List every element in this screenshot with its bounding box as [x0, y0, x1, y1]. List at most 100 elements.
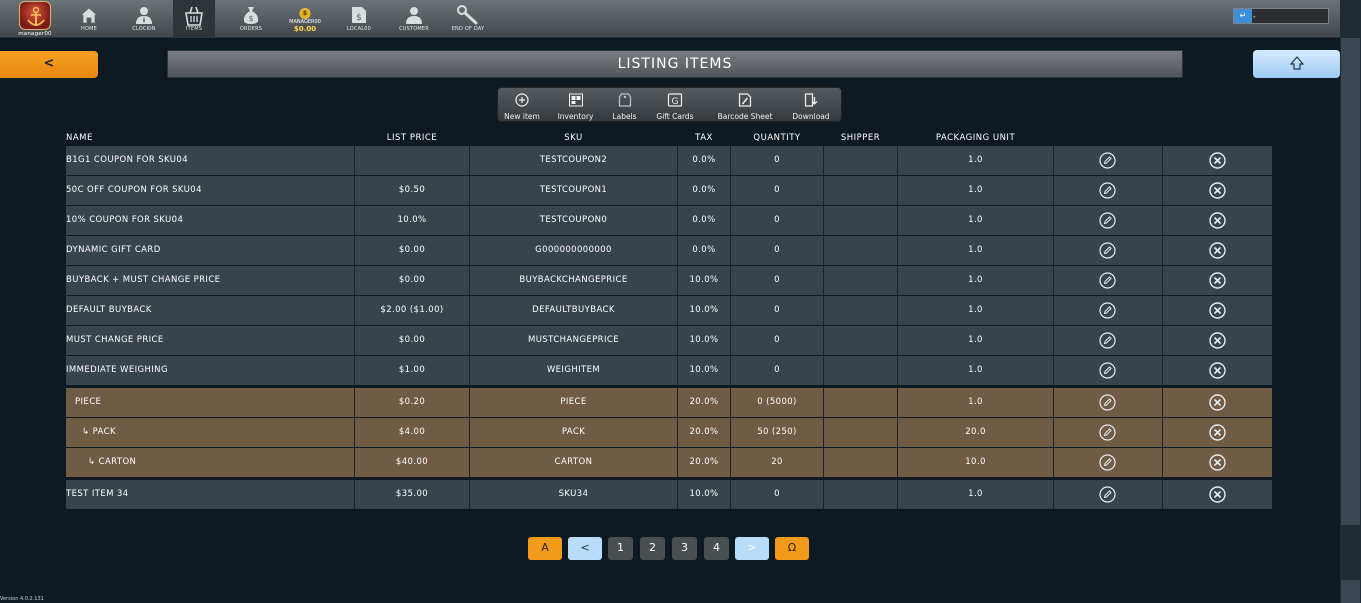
column-divider: [677, 388, 678, 417]
table-row[interactable]: DEFAULT BUYBACK $2.00 ($1.00) DEFAULTBUYBA…: [66, 296, 1272, 325]
delete-icon[interactable]: [1209, 486, 1226, 503]
cell-qty: 0: [774, 185, 780, 195]
page-1-button[interactable]: 1: [608, 537, 633, 560]
column-divider: [823, 266, 824, 295]
column-header-shipper[interactable]: SHIPPER: [824, 133, 897, 143]
search-input[interactable]: [1253, 10, 1327, 22]
nav-local-label: LOCAL00: [346, 26, 371, 32]
nav-customer-label: CUSTOMER: [399, 26, 429, 32]
upload-button[interactable]: [1253, 50, 1340, 78]
nav-home[interactable]: HOME: [76, 0, 102, 38]
edit-icon[interactable]: [1099, 182, 1116, 199]
table-row[interactable]: BUYBACK + MUST CHANGE PRICE $0.00 BUYBACKC…: [66, 266, 1272, 295]
download-button[interactable]: Download: [787, 90, 835, 121]
delete-icon[interactable]: [1209, 394, 1226, 411]
table-row[interactable]: TEST ITEM 34 $35.00 SKU34 10.0% 0 1.0: [66, 480, 1272, 509]
delete-icon[interactable]: [1209, 152, 1226, 169]
column-divider: [730, 146, 731, 175]
delete-icon[interactable]: [1209, 302, 1226, 319]
table-row[interactable]: ↳ PACK $4.00 PACK 20.0% 50 (250) 20.0: [66, 418, 1272, 447]
column-header-sku[interactable]: SKU: [470, 133, 677, 143]
next-page-button[interactable]: >: [735, 537, 769, 560]
delete-icon[interactable]: [1209, 424, 1226, 441]
column-divider: [677, 356, 678, 385]
column-header-quantity[interactable]: QUANTITY: [731, 133, 823, 143]
nav-clockin[interactable]: CLOCKIN: [126, 0, 162, 38]
column-header-packaging-unit[interactable]: PACKAGING UNIT: [898, 133, 1053, 143]
delete-icon[interactable]: [1209, 362, 1226, 379]
column-divider: [1053, 236, 1054, 265]
scrollbar[interactable]: [1340, 0, 1361, 603]
cell-tax: 0.0%: [692, 215, 716, 225]
scrollbar-bottom[interactable]: [1341, 580, 1360, 603]
page-4-button[interactable]: 4: [704, 537, 729, 560]
labels-button[interactable]: Labels: [605, 90, 644, 121]
gift-cards-button[interactable]: G Gift Cards: [649, 90, 701, 121]
edit-icon[interactable]: [1099, 454, 1116, 471]
nav-customer[interactable]: CUSTOMER: [396, 0, 432, 38]
edit-icon[interactable]: [1099, 332, 1116, 349]
table-row[interactable]: B1G1 COUPON FOR SKU04 TESTCOUPON2 0.0% 0 1.0: [66, 146, 1272, 175]
prev-page-button[interactable]: <: [568, 537, 602, 560]
edit-icon[interactable]: [1099, 242, 1116, 259]
nav-items-label: ITEMS: [185, 26, 203, 32]
column-header-name[interactable]: NAME: [66, 133, 93, 143]
inventory-button[interactable]: Inventory: [551, 90, 600, 121]
cell-shipper: [824, 418, 897, 447]
svg-text:G: G: [672, 97, 679, 107]
delete-icon[interactable]: [1209, 242, 1226, 259]
column-divider: [730, 356, 731, 385]
table-row[interactable]: DYNAMIC GIFT CARD $0.00 G000000000000 0.0% 0…: [66, 236, 1272, 265]
nav-end-of-day-label: END OF DAY: [451, 26, 485, 32]
scrollbar-thumb[interactable]: [1341, 38, 1360, 525]
delete-icon[interactable]: [1209, 332, 1226, 349]
column-divider: [730, 480, 731, 509]
enter-button[interactable]: ↵: [1234, 9, 1252, 23]
user-logo[interactable]: manager00: [10, 0, 60, 38]
table-row[interactable]: 50C OFF COUPON FOR SKU04 $0.50 TESTCOUPON1…: [66, 176, 1272, 205]
table-row[interactable]: IMMEDIATE WEIGHING $1.00 WEIGHITEM 10.0% 0 1.…: [66, 356, 1272, 385]
edit-icon[interactable]: [1099, 212, 1116, 229]
delete-icon[interactable]: [1209, 212, 1226, 229]
nav-orders[interactable]: $ ORDERS: [236, 0, 266, 38]
column-divider: [1053, 448, 1054, 477]
edit-icon[interactable]: [1099, 394, 1116, 411]
cell-name: IMMEDIATE WEIGHING: [66, 365, 168, 375]
delete-icon[interactable]: [1209, 272, 1226, 289]
nav-items[interactable]: ITEMS: [173, 0, 215, 38]
column-header-tax[interactable]: TAX: [678, 133, 730, 143]
edit-icon[interactable]: [1099, 424, 1116, 441]
cell-qty: 0: [774, 275, 780, 285]
edit-icon[interactable]: [1099, 152, 1116, 169]
column-divider: [823, 418, 824, 447]
delete-icon[interactable]: [1209, 454, 1226, 471]
edit-icon[interactable]: [1099, 302, 1116, 319]
labels-icon: [618, 93, 631, 107]
page-3-button[interactable]: 3: [672, 537, 697, 560]
last-page-button[interactable]: Ω: [775, 537, 809, 560]
first-page-button[interactable]: A: [528, 537, 562, 560]
table-row[interactable]: MUST CHANGE PRICE $0.00 MUSTCHANGEPRICE 10.…: [66, 326, 1272, 355]
table-row[interactable]: 10% COUPON FOR SKU04 10.0% TESTCOUPON0 0.0%…: [66, 206, 1272, 235]
cell-shipper: [824, 236, 897, 265]
nav-local[interactable]: $ LOCAL00: [344, 0, 374, 38]
cell-shipper: [824, 388, 897, 417]
table-row[interactable]: PIECE $0.20 PIECE 20.0% 0 (5000) 1.0: [66, 388, 1272, 417]
edit-icon[interactable]: [1099, 362, 1116, 379]
items-toolbar: New item Inventory Labels G Gift Cards B…: [497, 87, 842, 122]
page-2-button[interactable]: 2: [640, 537, 665, 560]
nav-end-of-day[interactable]: END OF DAY: [448, 0, 488, 38]
column-header-list-price[interactable]: LIST PRICE: [355, 133, 469, 143]
delete-icon[interactable]: [1209, 182, 1226, 199]
edit-icon[interactable]: [1099, 272, 1116, 289]
new-item-button[interactable]: New item: [499, 90, 545, 121]
column-divider: [823, 176, 824, 205]
column-divider: [823, 296, 824, 325]
nav-manager[interactable]: $ MANAGER00 $0.00: [283, 0, 327, 38]
table-row[interactable]: ↳ CARTON $40.00 CARTON 20.0% 20 10.0: [66, 448, 1272, 477]
cell-price: $4.00: [398, 427, 426, 437]
back-button[interactable]: <: [0, 51, 98, 78]
column-divider: [677, 326, 678, 355]
barcode-sheet-button[interactable]: Barcode Sheet: [708, 90, 782, 121]
edit-icon[interactable]: [1099, 486, 1116, 503]
